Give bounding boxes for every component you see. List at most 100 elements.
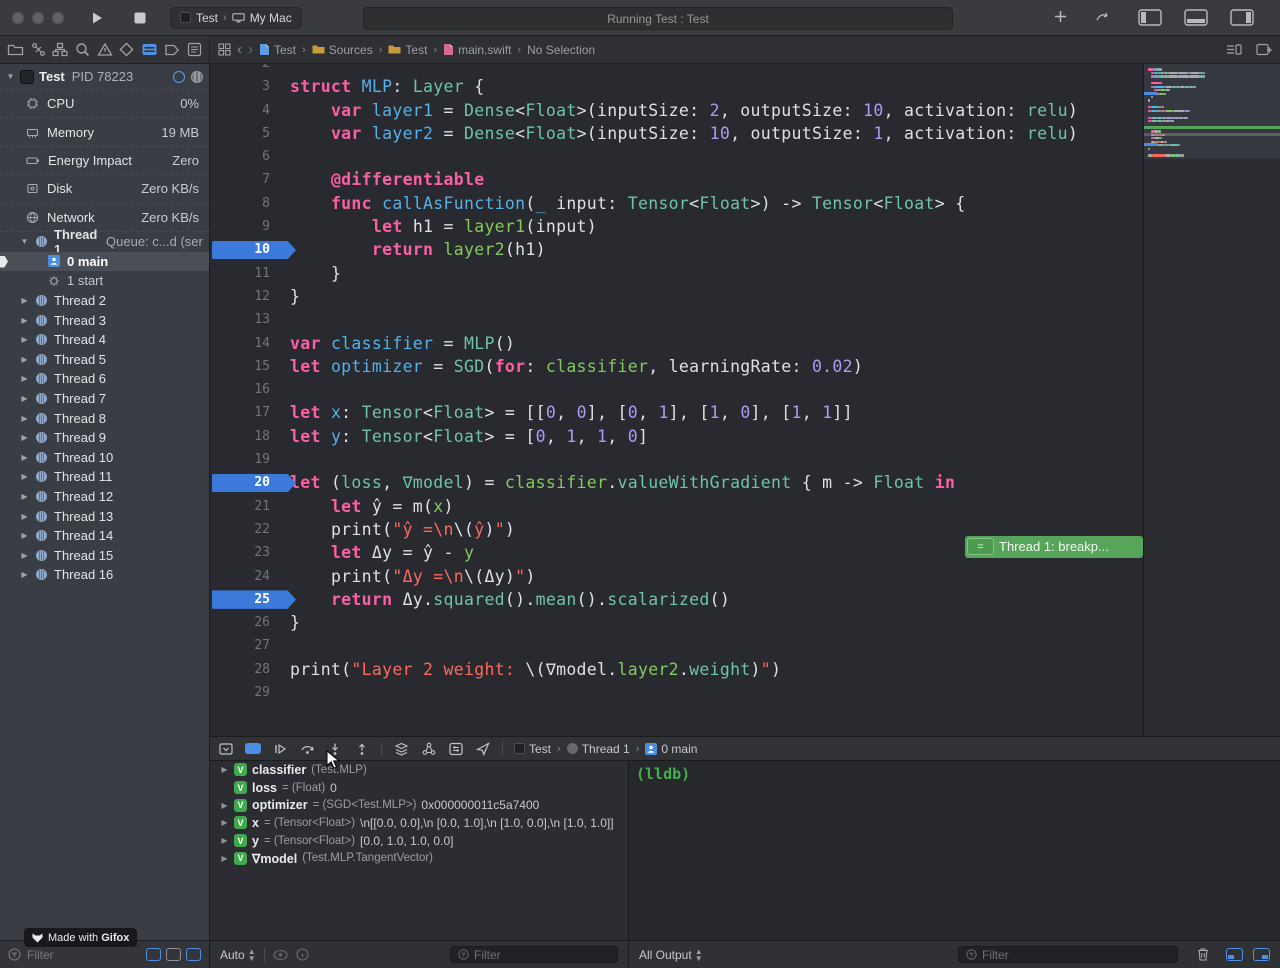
console-scope-select[interactable]: All Output ▲▼: [639, 948, 703, 962]
disclosure-triangle-icon[interactable]: ▶: [20, 355, 29, 364]
source-editor[interactable]: 23struct MLP: Layer {4 var layer1 = Dens…: [210, 64, 1280, 736]
gutter-line-2[interactable]: 2: [210, 64, 290, 75]
info-icon[interactable]: [296, 948, 309, 961]
back-icon[interactable]: ‹: [237, 41, 242, 58]
toggle-variables-view-icon[interactable]: [1226, 948, 1243, 961]
variable-row-classifier[interactable]: ▶Vclassifier(Test.MLP): [210, 761, 628, 779]
thread-row-4[interactable]: ▶Thread 4: [0, 330, 209, 350]
disclosure-triangle-icon[interactable]: ▶: [220, 801, 229, 810]
memory-view-icon[interactable]: [273, 949, 288, 961]
view-hierarchy-icon[interactable]: [393, 741, 410, 757]
disclosure-triangle-icon[interactable]: ▼: [20, 237, 29, 246]
show-paused-only-icon[interactable]: [146, 948, 161, 961]
code-area[interactable]: 23struct MLP: Layer {4 var layer1 = Dens…: [210, 64, 1280, 704]
gutter-line-10[interactable]: 10: [210, 238, 290, 261]
breadcrumb-item[interactable]: No Selection: [527, 43, 595, 57]
gutter-line-26[interactable]: 26: [210, 611, 290, 634]
disclosure-triangle-icon[interactable]: ▶: [20, 492, 29, 501]
project-navigator-icon[interactable]: [7, 42, 24, 57]
gutter-line-6[interactable]: 6: [210, 145, 290, 168]
disclosure-triangle-icon[interactable]: ▶: [20, 296, 29, 305]
debug-navigator-icon[interactable]: [141, 42, 158, 57]
step-over-icon[interactable]: [299, 741, 316, 757]
continue-icon[interactable]: [272, 741, 288, 757]
variable-row-optimizer[interactable]: ▶Voptimizer= (SGD<Test.MLP>)0x000000011c…: [210, 796, 628, 814]
gutter-line-22[interactable]: 22: [210, 518, 290, 541]
thread-row-13[interactable]: ▶Thread 13: [0, 506, 209, 526]
toggle-console-view-icon[interactable]: [1253, 948, 1270, 961]
show-crashed-icon[interactable]: [166, 948, 181, 961]
gutter-line-8[interactable]: 8: [210, 192, 290, 215]
stack-frame-0-main[interactable]: 0 main: [0, 252, 209, 272]
stop-button[interactable]: [134, 12, 146, 24]
disclosure-triangle-icon[interactable]: ▶: [20, 316, 29, 325]
related-items-icon[interactable]: [218, 43, 231, 56]
disclosure-triangle-icon[interactable]: ▶: [20, 570, 29, 579]
test-navigator-icon[interactable]: [119, 42, 134, 57]
disclosure-triangle-icon[interactable]: ▶: [20, 472, 29, 481]
disclosure-triangle-icon[interactable]: ▶: [220, 854, 229, 863]
adjust-editor-icon[interactable]: [1226, 43, 1242, 56]
variable-row-∇model[interactable]: ▶V∇model(Test.MLP.TangentVector): [210, 849, 628, 867]
show-stack-frames-icon[interactable]: [186, 948, 201, 961]
thread-row-3[interactable]: ▶Thread 3: [0, 310, 209, 330]
report-navigator-icon[interactable]: [187, 42, 202, 57]
environment-overrides-icon[interactable]: [448, 741, 464, 757]
breadcrumb-item[interactable]: main.swift: [443, 43, 511, 57]
console-view[interactable]: (lldb): [628, 761, 1280, 940]
minimize-window-button[interactable]: [32, 12, 44, 24]
thread-row-16[interactable]: ▶Thread 16: [0, 565, 209, 585]
disclosure-triangle-icon[interactable]: ▶: [20, 512, 29, 521]
disclosure-triangle-icon[interactable]: ▶: [20, 433, 29, 442]
variable-row-x[interactable]: ▶Vx= (Tensor<Float>)\n[[0.0, 0.0],\n [0.…: [210, 814, 628, 832]
disclosure-triangle-icon[interactable]: ▶: [20, 374, 29, 383]
gutter-line-13[interactable]: 13: [210, 308, 290, 331]
disclosure-triangle-icon[interactable]: ▶: [20, 531, 29, 540]
gutter-line-9[interactable]: 9: [210, 215, 290, 238]
close-window-button[interactable]: [12, 12, 24, 24]
console-filter-field[interactable]: Filter: [958, 946, 1178, 963]
scheme-selector[interactable]: Test › My Mac: [170, 7, 302, 29]
debug-breadcrumb-item[interactable]: 0 main: [645, 742, 697, 756]
breakpoint-navigator-icon[interactable]: [164, 43, 180, 57]
breakpoints-toggle[interactable]: [245, 743, 261, 754]
breadcrumb-item[interactable]: Test: [259, 43, 296, 57]
gutter-line-28[interactable]: 28: [210, 658, 290, 681]
gutter-line-4[interactable]: 4: [210, 99, 290, 122]
gutter-line-27[interactable]: 27: [210, 634, 290, 657]
navigator-filter-input[interactable]: Filter: [27, 948, 54, 962]
thread-row-12[interactable]: ▶Thread 12: [0, 487, 209, 507]
thread-row-9[interactable]: ▶Thread 9: [0, 428, 209, 448]
symbol-navigator-icon[interactable]: [52, 42, 68, 57]
breadcrumb-item[interactable]: Sources: [312, 43, 373, 57]
thread-row-6[interactable]: ▶Thread 6: [0, 369, 209, 389]
gutter-line-3[interactable]: 3: [210, 75, 290, 98]
process-row[interactable]: ▼ Test PID 78223: [0, 64, 209, 90]
gauge-row-network[interactable]: NetworkZero KB/s: [0, 204, 209, 232]
breadcrumb-item[interactable]: Test: [388, 43, 427, 57]
thread-row-5[interactable]: ▶Thread 5: [0, 350, 209, 370]
thread-row-10[interactable]: ▶Thread 10: [0, 447, 209, 467]
debug-breadcrumb-item[interactable]: Thread 1: [567, 742, 630, 756]
thread-row-7[interactable]: ▶Thread 7: [0, 389, 209, 409]
gutter-line-20[interactable]: 20: [210, 471, 290, 494]
disclosure-triangle-icon[interactable]: ▶: [220, 818, 229, 827]
gutter-line-7[interactable]: 7: [210, 168, 290, 191]
stack-frame-1-start[interactable]: 1 start: [0, 271, 209, 291]
gutter-line-24[interactable]: 24: [210, 565, 290, 588]
gauge-row-disk[interactable]: DiskZero KB/s: [0, 175, 209, 203]
gutter-line-17[interactable]: 17: [210, 401, 290, 424]
view-process-by-queue-icon[interactable]: [191, 71, 203, 83]
disclosure-triangle-icon[interactable]: ▶: [220, 836, 229, 845]
gauge-row-cpu[interactable]: CPU0%: [0, 90, 209, 118]
thread-row-1[interactable]: ▼Thread 1Queue: c...d (serial): [0, 232, 209, 252]
find-navigator-icon[interactable]: [75, 42, 90, 57]
gutter-line-18[interactable]: 18: [210, 425, 290, 448]
gutter-line-29[interactable]: 29: [210, 681, 290, 704]
gauge-row-energy[interactable]: Energy ImpactZero: [0, 147, 209, 175]
variables-view[interactable]: ▶Vclassifier(Test.MLP)Vloss= (Float)0▶Vo…: [210, 761, 628, 940]
clear-console-icon[interactable]: [1196, 947, 1210, 962]
disclosure-triangle-icon[interactable]: ▼: [6, 72, 15, 81]
add-editor-icon[interactable]: [1256, 43, 1272, 56]
toggle-debug-area-icon[interactable]: [1184, 9, 1208, 26]
